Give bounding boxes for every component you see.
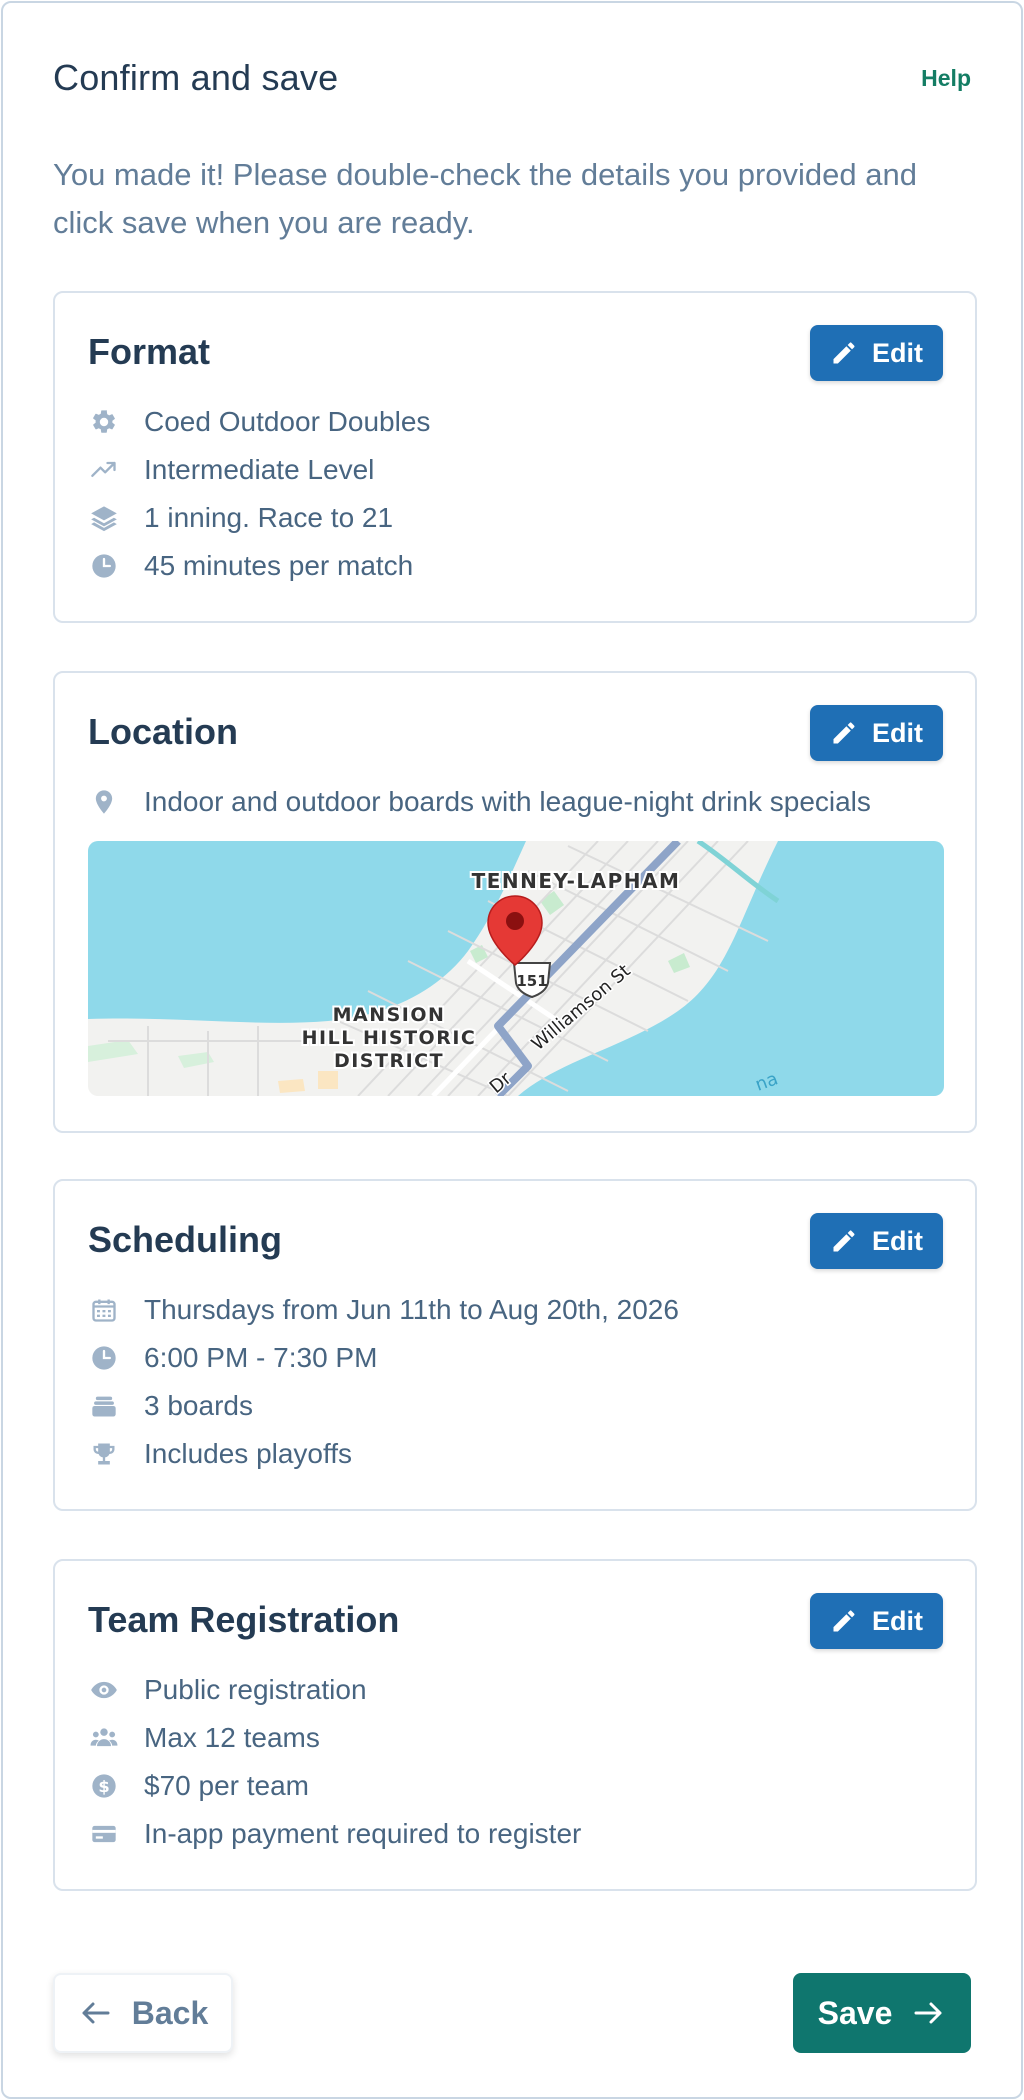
users-icon xyxy=(88,1722,120,1754)
calendar-icon xyxy=(88,1294,120,1326)
edit-label: Edit xyxy=(872,337,923,368)
format-items: Coed Outdoor Doubles Intermediate Level … xyxy=(88,398,430,590)
format-card: Format Edit Coed Outdoor Doubles Interme… xyxy=(53,291,977,623)
svg-text:$: $ xyxy=(98,1777,109,1796)
list-item: Includes playoffs xyxy=(88,1430,679,1478)
registration-card-title: Team Registration xyxy=(88,1599,400,1640)
schedule-time: 6:00 PM - 7:30 PM xyxy=(144,1342,378,1373)
format-edit-button[interactable]: Edit xyxy=(810,325,943,381)
eye-icon xyxy=(88,1674,120,1706)
pencil-icon xyxy=(833,1610,855,1632)
map-label-district: DISTRICT xyxy=(334,1050,444,1072)
location-map[interactable]: na TENNEY-LAPHAM MANSION HILL HISTORIC D… xyxy=(88,841,944,1096)
gear-icon xyxy=(88,406,120,438)
scheduling-edit-button[interactable]: Edit xyxy=(810,1213,943,1269)
edit-label: Edit xyxy=(872,1225,923,1256)
save-button[interactable]: Save xyxy=(793,1973,971,2053)
help-link[interactable]: Help xyxy=(921,65,971,92)
list-item: Coed Outdoor Doubles xyxy=(88,398,430,446)
list-item: Indoor and outdoor boards with league-ni… xyxy=(88,778,871,826)
map-label-hill-historic: HILL HISTORIC xyxy=(302,1027,477,1049)
trending-up-icon xyxy=(88,454,120,486)
list-item: Intermediate Level xyxy=(88,446,430,494)
pencil-icon xyxy=(833,722,855,744)
format-level: Intermediate Level xyxy=(144,454,375,485)
format-type: Coed Outdoor Doubles xyxy=(144,406,431,437)
location-items: Indoor and outdoor boards with league-ni… xyxy=(88,778,871,826)
edit-label: Edit xyxy=(872,1605,923,1636)
credit-card-icon xyxy=(88,1818,120,1850)
registration-card: Team Registration Edit Public registrati… xyxy=(53,1559,977,1891)
back-label: Back xyxy=(131,1994,209,2031)
registration-items: Public registration Max 12 teams $ $70 p… xyxy=(88,1666,581,1858)
registration-payment: In-app payment required to register xyxy=(144,1818,582,1849)
list-item: 3 boards xyxy=(88,1382,679,1430)
map-label-mansion: MANSION xyxy=(333,1004,446,1026)
location-description: Indoor and outdoor boards with league-ni… xyxy=(144,786,871,817)
schedule-dates: Thursdays from Jun 11th to Aug 20th, 202… xyxy=(144,1294,679,1325)
registration-edit-button[interactable]: Edit xyxy=(810,1593,943,1649)
schedule-boards: 3 boards xyxy=(144,1390,253,1421)
page-title: Confirm and save xyxy=(53,57,339,98)
highway-number: 151 xyxy=(516,972,547,990)
save-label: Save xyxy=(817,1994,893,2031)
map-pin-icon xyxy=(88,786,120,818)
list-item: In-app payment required to register xyxy=(88,1810,581,1858)
location-card-title: Location xyxy=(88,711,238,752)
dollar-icon: $ xyxy=(88,1770,120,1802)
list-item: Max 12 teams xyxy=(88,1714,581,1762)
edit-label: Edit xyxy=(872,717,923,748)
registration-price: $70 per team xyxy=(144,1770,309,1801)
clock-icon xyxy=(88,1342,120,1374)
trophy-icon xyxy=(88,1438,120,1470)
format-card-title: Format xyxy=(88,331,211,372)
intro-text: You made it! Please double-check the det… xyxy=(53,157,917,240)
format-innings: 1 inning. Race to 21 xyxy=(144,502,394,533)
registration-visibility: Public registration xyxy=(144,1674,367,1705)
registration-max-teams: Max 12 teams xyxy=(144,1722,320,1753)
pencil-icon xyxy=(833,342,855,364)
map-label-tenney-lapham: TENNEY-LAPHAM xyxy=(472,869,681,893)
list-item: Thursdays from Jun 11th to Aug 20th, 202… xyxy=(88,1286,679,1334)
layers-icon xyxy=(88,502,120,534)
list-item: 1 inning. Race to 21 xyxy=(88,494,430,542)
list-item: 45 minutes per match xyxy=(88,542,430,590)
list-item: $ $70 per team xyxy=(88,1762,581,1810)
back-button[interactable]: Back xyxy=(53,1973,233,2053)
clock-icon xyxy=(88,550,120,582)
location-edit-button[interactable]: Edit xyxy=(810,705,943,761)
scheduling-items: Thursdays from Jun 11th to Aug 20th, 202… xyxy=(88,1286,679,1478)
list-item: 6:00 PM - 7:30 PM xyxy=(88,1334,679,1382)
scheduling-card: Scheduling Edit Thursdays from Jun 11th … xyxy=(53,1179,977,1511)
pencil-icon xyxy=(833,1230,855,1252)
list-item: Public registration xyxy=(88,1666,581,1714)
header: Confirm and save Help xyxy=(53,53,971,103)
location-card: Location Edit Indoor and outdoor boards … xyxy=(53,671,977,1133)
scheduling-card-title: Scheduling xyxy=(88,1219,283,1260)
boards-icon xyxy=(88,1390,120,1422)
format-duration: 45 minutes per match xyxy=(144,550,414,581)
dialog-frame: Confirm and save Help You made it! Pleas… xyxy=(1,1,1023,2099)
arrow-left-icon xyxy=(82,2002,110,2024)
schedule-playoffs: Includes playoffs xyxy=(144,1438,353,1469)
arrow-right-icon xyxy=(914,2002,942,2024)
